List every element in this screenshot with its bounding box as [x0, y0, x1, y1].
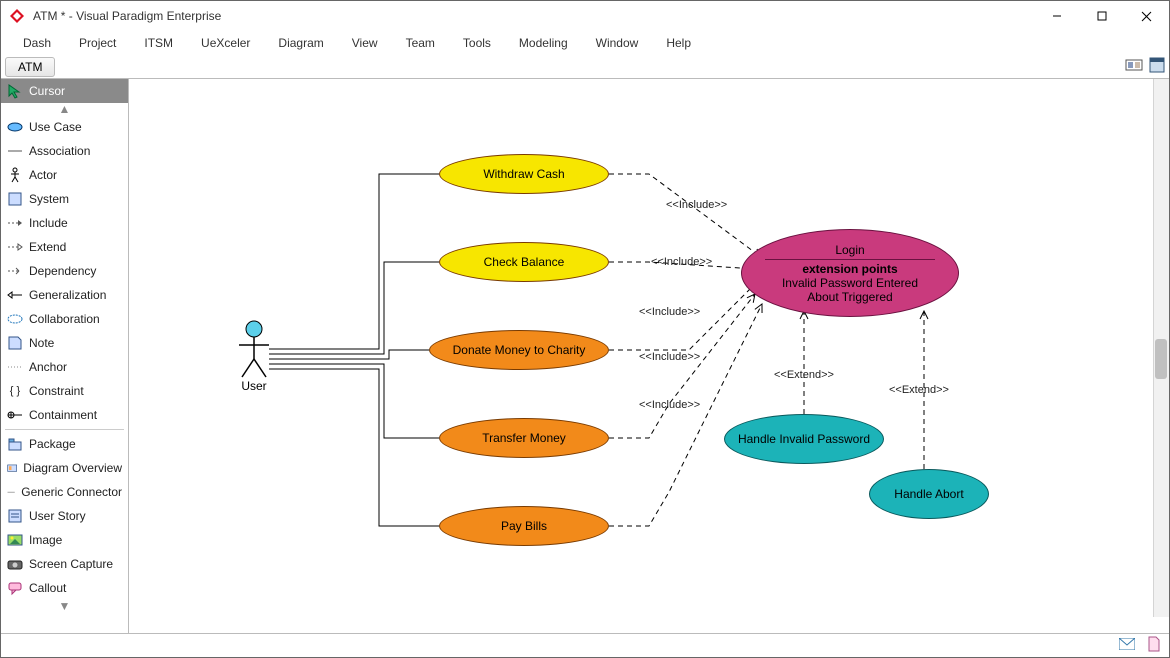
use-case-icon [7, 119, 23, 135]
tool-extend[interactable]: Extend [1, 235, 128, 259]
usecase-donate-money[interactable]: Donate Money to Charity [429, 330, 609, 370]
usecase-login[interactable]: Login extension points Invalid Password … [741, 229, 959, 317]
tool-generic-connector[interactable]: Generic Connector [1, 480, 128, 504]
usecase-check-balance[interactable]: Check Balance [439, 242, 609, 282]
tool-association[interactable]: Association [1, 139, 128, 163]
menu-dash[interactable]: Dash [9, 32, 65, 54]
app-logo-icon [9, 8, 25, 24]
diagram-canvas[interactable]: User Withdraw Cash Check Balance Donate … [129, 79, 1169, 633]
usecase-handle-abort[interactable]: Handle Abort [869, 469, 989, 519]
tool-constraint[interactable]: { }Constraint [1, 379, 128, 403]
tool-cursor-label: Cursor [29, 84, 65, 98]
tool-system[interactable]: System [1, 187, 128, 211]
menu-team[interactable]: Team [392, 32, 449, 54]
actor-icon [7, 167, 23, 183]
image-icon [7, 532, 23, 548]
include-icon [7, 215, 23, 231]
note-icon [7, 335, 23, 351]
login-title: Login [835, 243, 864, 257]
statusbar [1, 633, 1169, 657]
actor-figure-icon [234, 319, 274, 379]
menu-view[interactable]: View [338, 32, 392, 54]
usecase-withdraw-cash[interactable]: Withdraw Cash [439, 154, 609, 194]
diagram-overview-icon [7, 460, 17, 476]
toolbar-panel-icon[interactable] [1149, 57, 1165, 76]
label-extend-1: <<Extend>> [774, 369, 834, 381]
tool-use-case[interactable]: Use Case [1, 115, 128, 139]
label-include-5: <<Include>> [639, 399, 700, 411]
login-ext2: About Triggered [807, 290, 892, 304]
tool-image[interactable]: Image [1, 528, 128, 552]
status-doc-icon[interactable] [1147, 636, 1161, 655]
status-mail-icon[interactable] [1119, 638, 1135, 653]
maximize-button[interactable] [1079, 1, 1124, 31]
menu-diagram[interactable]: Diagram [264, 32, 337, 54]
usecase-pay-bills[interactable]: Pay Bills [439, 506, 609, 546]
minimize-button[interactable] [1034, 1, 1079, 31]
containment-icon [7, 407, 23, 423]
label-include-1: <<Include>> [666, 199, 727, 211]
tool-collaboration[interactable]: Collaboration [1, 307, 128, 331]
usecase-transfer-money[interactable]: Transfer Money [439, 418, 609, 458]
tool-cursor[interactable]: Cursor [1, 79, 128, 103]
generic-connector-icon [7, 484, 15, 500]
menu-tools[interactable]: Tools [449, 32, 505, 54]
palette-collapse-up[interactable]: ▲ [1, 103, 128, 115]
main-area: Cursor ▲ Use Case Association Actor Syst… [1, 79, 1169, 633]
tool-generalization[interactable]: Generalization [1, 283, 128, 307]
breadcrumb-bar: ATM [1, 55, 1169, 79]
menu-project[interactable]: Project [65, 32, 130, 54]
palette-divider [5, 429, 124, 430]
tool-include[interactable]: Include [1, 211, 128, 235]
label-include-4: <<Include>> [639, 351, 700, 363]
menu-modeling[interactable]: Modeling [505, 32, 582, 54]
anchor-icon [7, 359, 23, 375]
label-extend-2: <<Extend>> [889, 384, 949, 396]
tool-diagram-overview[interactable]: Diagram Overview [1, 456, 128, 480]
login-divider [765, 259, 935, 260]
tool-actor[interactable]: Actor [1, 163, 128, 187]
window-title: ATM * - Visual Paradigm Enterprise [33, 9, 1034, 23]
menu-window[interactable]: Window [582, 32, 653, 54]
tool-dependency[interactable]: Dependency [1, 259, 128, 283]
login-extension-heading: extension points [802, 262, 897, 276]
menubar: Dash Project ITSM UeXceler Diagram View … [1, 31, 1169, 55]
usecase-handle-invalid-password[interactable]: Handle Invalid Password [724, 414, 884, 464]
toolbar-overview-icon[interactable] [1125, 57, 1143, 76]
tool-screen-capture[interactable]: Screen Capture [1, 552, 128, 576]
palette-expand-down[interactable]: ▼ [1, 600, 128, 612]
scrollbar-thumb[interactable] [1155, 339, 1167, 379]
tool-package[interactable]: Package [1, 432, 128, 456]
menu-uexceler[interactable]: UeXceler [187, 32, 264, 54]
dependency-icon [7, 263, 23, 279]
tool-anchor[interactable]: Anchor [1, 355, 128, 379]
close-button[interactable] [1124, 1, 1169, 31]
generalization-icon [7, 287, 23, 303]
tool-containment[interactable]: Containment [1, 403, 128, 427]
titlebar: ATM * - Visual Paradigm Enterprise [1, 1, 1169, 31]
association-icon [7, 143, 23, 159]
menu-itsm[interactable]: ITSM [130, 32, 187, 54]
actor-user[interactable]: User [234, 319, 274, 393]
breadcrumb-atm[interactable]: ATM [5, 57, 55, 77]
label-include-2: <<Include>> [651, 256, 712, 268]
collaboration-icon [7, 311, 23, 327]
callout-icon [7, 580, 23, 596]
constraint-icon: { } [7, 383, 23, 399]
screen-capture-icon [7, 556, 23, 572]
tool-palette: Cursor ▲ Use Case Association Actor Syst… [1, 79, 129, 633]
system-icon [7, 191, 23, 207]
actor-user-label: User [241, 379, 266, 393]
login-ext1: Invalid Password Entered [782, 276, 918, 290]
scrollbar-vertical[interactable] [1153, 79, 1169, 617]
user-story-icon [7, 508, 23, 524]
cursor-icon [7, 83, 23, 99]
tool-note[interactable]: Note [1, 331, 128, 355]
tool-user-story[interactable]: User Story [1, 504, 128, 528]
extend-icon [7, 239, 23, 255]
label-include-3: <<Include>> [639, 306, 700, 318]
tool-callout[interactable]: Callout [1, 576, 128, 600]
package-icon [7, 436, 23, 452]
menu-help[interactable]: Help [652, 32, 705, 54]
